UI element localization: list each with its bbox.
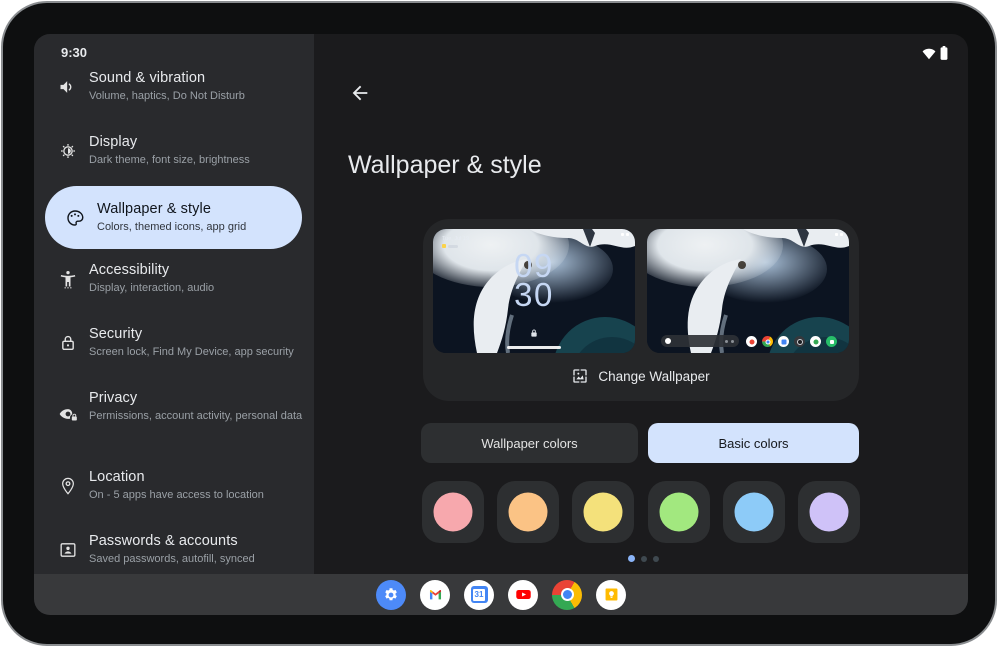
sidebar-item-title: Passwords & accounts [89, 533, 238, 549]
mini-lockscreen-clock: 09 30 [514, 247, 554, 313]
status-icons [922, 46, 948, 65]
sidebar-item-title: Wallpaper & style [97, 200, 211, 217]
mini-search-bar [661, 335, 739, 347]
sidebar-item-subtitle: On - 5 apps have access to location [89, 489, 264, 501]
sidebar-item-subtitle: Dark theme, font size, brightness [89, 154, 250, 166]
sidebar-item-title: Sound & vibration [89, 70, 206, 86]
mini-lock-icon [531, 324, 538, 342]
sidebar-item-subtitle: Saved passwords, autofill, synced [89, 553, 255, 565]
sidebar-item-subtitle: Display, interaction, audio [89, 282, 215, 294]
status-time: 9:30 [61, 45, 88, 60]
location-pin-icon [58, 476, 78, 496]
display-icon [58, 141, 78, 161]
mini-taskbar [647, 334, 849, 348]
pagination-dots [628, 555, 659, 562]
settings-app-icon[interactable] [376, 579, 406, 610]
mini-mic-icon [725, 339, 728, 343]
wifi-icon [922, 47, 936, 65]
color-swatch-green[interactable] [648, 481, 710, 543]
mini-lens-icon [731, 339, 734, 343]
wallpaper-icon [573, 369, 587, 383]
mini-maps-icon [810, 336, 821, 347]
settings-sidebar: 9:30 Sound & vibration Volume, haptics, … [34, 34, 314, 574]
page-title: Wallpaper & style [348, 151, 542, 179]
change-wallpaper-button[interactable]: Change Wallpaper [423, 368, 859, 384]
accessibility-icon [58, 269, 78, 289]
mini-google-icon [665, 338, 671, 344]
sidebar-item-subtitle: Permissions, account activity, personal … [89, 410, 303, 422]
sidebar-item-accessibility[interactable]: Accessibility Display, interaction, audi… [34, 262, 314, 296]
mini-gmail-icon [746, 336, 757, 347]
sidebar-item-wallpaper-style[interactable]: Wallpaper & style Colors, themed icons, … [45, 186, 302, 249]
color-swatch-orange[interactable] [497, 481, 559, 543]
calendar-app-icon[interactable]: 31 [464, 579, 494, 610]
sidebar-item-subtitle: Colors, themed icons, app grid [97, 220, 247, 233]
tab-basic-colors[interactable]: Basic colors [648, 423, 859, 463]
palette-icon [65, 208, 85, 228]
taskbar: 31 [34, 574, 968, 615]
contact-card-icon [58, 540, 78, 560]
mini-chrome-icon [762, 336, 773, 347]
page-dot[interactable] [641, 555, 647, 562]
sidebar-item-location[interactable]: Location On - 5 apps have access to loca… [34, 469, 314, 503]
gmail-app-icon[interactable] [420, 579, 450, 610]
keep-app-icon[interactable] [596, 579, 626, 610]
sidebar-item-display[interactable]: Display Dark theme, font size, brightnes… [34, 134, 314, 168]
mini-weather-chip [442, 244, 458, 248]
mini-app-icons [746, 336, 837, 347]
lock-icon [58, 333, 78, 353]
sidebar-item-subtitle: Screen lock, Find My Device, app securit… [89, 346, 294, 358]
sidebar-item-title: Security [89, 326, 143, 342]
screen: 9:30 Sound & vibration Volume, haptics, … [34, 34, 968, 615]
tab-wallpaper-colors[interactable]: Wallpaper colors [421, 423, 638, 463]
color-swatch-yellow[interactable] [572, 481, 634, 543]
chrome-app-icon[interactable] [552, 579, 582, 610]
sidebar-item-security[interactable]: Security Screen lock, Find My Device, ap… [34, 326, 314, 360]
sidebar-item-title: Accessibility [89, 262, 170, 278]
mini-status-dots [835, 233, 843, 236]
color-swatch-purple[interactable] [798, 481, 860, 543]
sidebar-item-privacy[interactable]: Privacy Permissions, account activity, p… [34, 390, 314, 424]
sidebar-item-title: Display [89, 134, 138, 150]
back-button[interactable] [349, 82, 371, 104]
lockscreen-wallpaper-preview[interactable]: Tue, Jul 19 09 30 [433, 229, 635, 353]
wallpaper-preview-card: Tue, Jul 19 09 30 Change Wallpaper [423, 219, 859, 401]
color-swatch-blue[interactable] [723, 481, 785, 543]
color-swatch-pink[interactable] [422, 481, 484, 543]
page-dot-active[interactable] [628, 555, 635, 562]
mini-status-dots [621, 233, 629, 236]
mini-phone-icon [826, 336, 837, 347]
sidebar-item-sound-vibration[interactable]: Sound & vibration Volume, haptics, Do No… [34, 70, 314, 104]
mini-tv-icon [778, 336, 789, 347]
privacy-eye-icon [58, 404, 78, 424]
sidebar-item-subtitle: Volume, haptics, Do Not Disturb [89, 90, 245, 102]
page-dot[interactable] [653, 555, 659, 562]
mini-camera-icon [794, 336, 805, 347]
wallpaper-style-panel: Wallpaper & style Tue, Jul 19 09 30 Chan… [314, 34, 968, 574]
homescreen-wallpaper-preview[interactable] [647, 229, 849, 353]
battery-icon [940, 46, 948, 65]
sidebar-item-title: Location [89, 469, 145, 485]
youtube-app-icon[interactable] [508, 579, 538, 610]
mini-home-handle [507, 346, 561, 349]
tablet-device-frame: 9:30 Sound & vibration Volume, haptics, … [1, 1, 997, 646]
mini-lockscreen-date: Tue, Jul 19 [442, 236, 470, 242]
volume-icon [58, 77, 78, 97]
sidebar-item-passwords-accounts[interactable]: Passwords & accounts Saved passwords, au… [34, 533, 314, 567]
sidebar-item-title: Privacy [89, 390, 138, 406]
